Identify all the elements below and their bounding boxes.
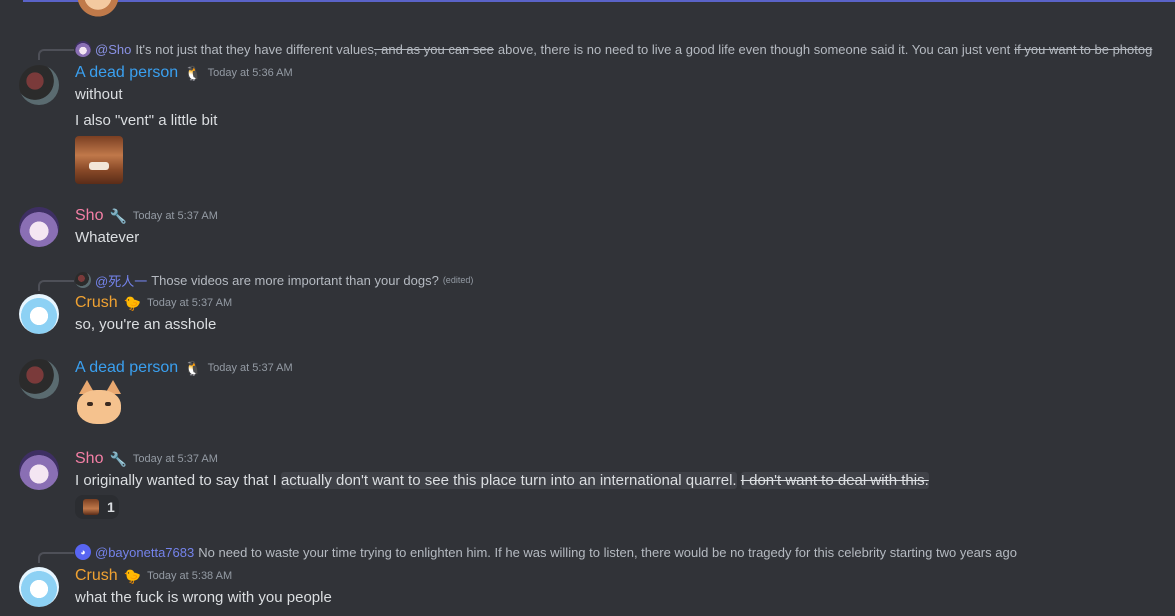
- message-header: Sho 🔧 Today at 5:37 AM: [75, 448, 218, 470]
- message-text: what the fuck is wrong with you people: [75, 589, 332, 606]
- message-text-strike: I don't want to deal with this.: [740, 472, 929, 489]
- reply-preview[interactable]: ◕ @bayonetta7683 No need to waste your t…: [75, 543, 1017, 561]
- reply-avatar: [75, 272, 91, 288]
- reply-spine: [38, 280, 74, 291]
- reply-text: Those videos are more important than you…: [151, 272, 439, 288]
- chick-icon: 🐤: [123, 295, 142, 311]
- reply-mention[interactable]: @bayonetta7683: [95, 545, 194, 560]
- reply-preview[interactable]: @Sho It's not just that they have differ…: [75, 40, 1152, 58]
- reply-text: It's not just that they have different v…: [135, 41, 374, 57]
- previous-message-image[interactable]: [74, 0, 122, 20]
- message-text: Whatever: [75, 229, 140, 246]
- reply-mention[interactable]: @Sho: [95, 42, 131, 57]
- reaction-emoji-icon: [83, 499, 99, 515]
- image-attachment[interactable]: [75, 136, 123, 184]
- reply-avatar: [75, 41, 91, 57]
- wrench-icon: 🔧: [109, 451, 127, 467]
- wrench-icon: 🔧: [109, 208, 127, 224]
- reply-preview[interactable]: @死人一 Those videos are more important tha…: [75, 271, 473, 289]
- message-text: I also "vent" a little bit: [75, 112, 218, 129]
- timestamp[interactable]: Today at 5:37 AM: [147, 297, 232, 309]
- reply-spine: [38, 552, 74, 563]
- chick-icon: 🐤: [123, 568, 142, 584]
- avatar[interactable]: [19, 450, 59, 490]
- edited-label: (edited): [442, 275, 474, 285]
- username[interactable]: A dead person: [75, 359, 178, 377]
- reply-text: No need to waste your time trying to enl…: [198, 544, 1017, 560]
- timestamp[interactable]: Today at 5:36 AM: [208, 67, 293, 79]
- message-header: A dead person 🐧 Today at 5:36 AM: [75, 62, 293, 84]
- reply-spine: [38, 49, 74, 60]
- username[interactable]: Sho: [75, 450, 103, 468]
- username[interactable]: Sho: [75, 207, 103, 225]
- avatar[interactable]: [19, 65, 59, 105]
- avatar[interactable]: [19, 567, 59, 607]
- timestamp[interactable]: Today at 5:37 AM: [133, 453, 218, 465]
- penguin-icon: 🐧: [184, 360, 202, 376]
- avatar[interactable]: [19, 207, 59, 247]
- reaction-button[interactable]: 1: [75, 495, 119, 519]
- username[interactable]: A dead person: [75, 64, 178, 82]
- timestamp[interactable]: Today at 5:37 AM: [133, 210, 218, 222]
- username[interactable]: Crush: [75, 294, 118, 312]
- avatar[interactable]: [19, 359, 59, 399]
- username[interactable]: Crush: [75, 567, 118, 585]
- reply-strike-text: if you want to be photog: [1014, 41, 1153, 57]
- avatar[interactable]: [19, 294, 59, 334]
- reply-text: above, there is no need to live a good l…: [497, 41, 1011, 57]
- message-text-plain: I originally wanted to say that I: [75, 472, 277, 489]
- penguin-icon: 🐧: [184, 65, 202, 81]
- cat-sticker[interactable]: [75, 378, 123, 426]
- message-header: Crush 🐤 Today at 5:38 AM: [75, 565, 232, 587]
- message-text: without: [75, 86, 123, 103]
- message-header: A dead person 🐧 Today at 5:37 AM: [75, 357, 293, 379]
- discord-icon: ◕: [75, 544, 91, 560]
- message-header: Sho 🔧 Today at 5:37 AM: [75, 205, 218, 227]
- timestamp[interactable]: Today at 5:38 AM: [147, 570, 232, 582]
- timestamp[interactable]: Today at 5:37 AM: [208, 362, 293, 374]
- reply-mention[interactable]: @死人一: [95, 271, 147, 290]
- message-text: I originally wanted to say that I actual…: [75, 470, 929, 492]
- new-messages-divider: [23, 0, 1175, 2]
- reaction-count: 1: [107, 499, 115, 515]
- reply-strike-text: , and as you can see: [373, 41, 494, 57]
- message-text: so, you're an asshole: [75, 316, 217, 333]
- message-header: Crush 🐤 Today at 5:37 AM: [75, 292, 232, 314]
- message-text-highlight: actually don't want to see this place tu…: [280, 472, 737, 489]
